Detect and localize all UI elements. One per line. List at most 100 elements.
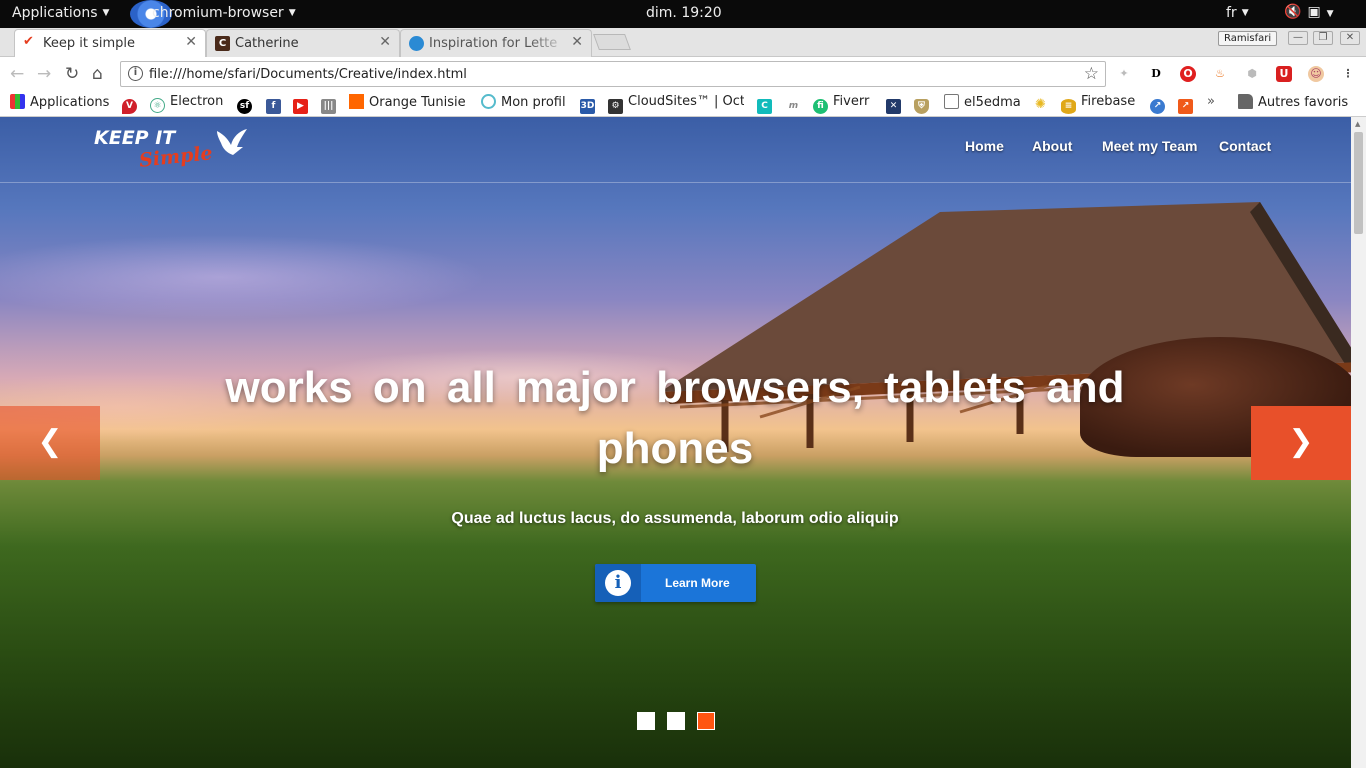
chevron-right-icon: ❯ bbox=[1288, 424, 1314, 459]
close-icon[interactable]: ✕ bbox=[185, 34, 197, 50]
hero-subheadline: Quae ad luctus lacus, do assumenda, labo… bbox=[451, 510, 899, 527]
bookmark-c-square[interactable]: C bbox=[757, 94, 777, 114]
bookmark-3d[interactable]: 3D bbox=[580, 94, 600, 114]
nav-meet-my-team[interactable]: Meet my Team bbox=[1102, 138, 1197, 154]
bookmark-cloudsites[interactable]: ⚙ CloudSites™ | Oct bbox=[608, 94, 744, 114]
bookmark-star-icon[interactable]: ☆ bbox=[1084, 64, 1099, 84]
apps-grid-icon bbox=[10, 94, 25, 109]
close-window-button[interactable]: ✕ bbox=[1340, 31, 1360, 45]
minimize-button[interactable]: — bbox=[1288, 31, 1308, 45]
tab-catherine[interactable]: C Catherine ✕ bbox=[206, 29, 400, 57]
site-logo[interactable]: KEEP IT Simple bbox=[94, 127, 264, 172]
database-icon: ≡ bbox=[1061, 99, 1076, 114]
youtube-icon: ▶ bbox=[293, 99, 308, 114]
shield-icon: ⛨ bbox=[914, 99, 929, 114]
red-check-icon: ✔ bbox=[23, 34, 34, 49]
dove-icon bbox=[217, 129, 247, 155]
home-icon[interactable]: ⌂ bbox=[92, 64, 103, 84]
bookmark-applications[interactable]: Applications bbox=[10, 94, 109, 110]
bookmarks-overflow-button[interactable]: » bbox=[1207, 94, 1215, 109]
url-text[interactable]: file:///home/sfari/Documents/Creative/in… bbox=[149, 67, 467, 82]
bookmark-rocket[interactable]: ↗ bbox=[1150, 94, 1170, 114]
bulb-icon: ✺ bbox=[1035, 97, 1046, 112]
nav-contact[interactable]: Contact bbox=[1219, 138, 1271, 154]
nav-divider bbox=[0, 182, 1351, 183]
orange-icon bbox=[349, 94, 364, 109]
back-arrow-icon[interactable]: ← bbox=[10, 64, 24, 84]
bookmark-youtube[interactable]: ▶ bbox=[293, 94, 313, 114]
fiverr-icon: fi bbox=[813, 99, 828, 114]
m-icon: m bbox=[788, 101, 799, 111]
bookmark-fiverr[interactable]: fi Fiverr bbox=[813, 94, 869, 114]
bookmark-symfony[interactable]: sf bbox=[237, 94, 257, 114]
chevron-left-icon: ❮ bbox=[37, 424, 63, 459]
carousel-dot-2[interactable] bbox=[667, 712, 685, 730]
new-tab-button[interactable] bbox=[593, 34, 631, 50]
bookmark-orange-chart[interactable]: ↗ bbox=[1178, 94, 1198, 114]
extension-d-icon[interactable]: D bbox=[1148, 66, 1164, 82]
bookmark-bulb[interactable]: ✺ bbox=[1033, 94, 1053, 112]
bookmark-tools[interactable]: ✕ bbox=[886, 94, 906, 114]
hero-headline: works on all major browsers, tablets and… bbox=[225, 363, 1125, 473]
bookmark-mon-profil[interactable]: Mon profil bbox=[481, 94, 566, 110]
maximize-button[interactable]: ❐ bbox=[1313, 31, 1333, 45]
input-language[interactable]: fr ▼ bbox=[1226, 5, 1249, 21]
page-scrollbar[interactable]: ▲ bbox=[1351, 117, 1366, 768]
tab-inspiration[interactable]: Inspiration for Lette ✕ bbox=[400, 29, 592, 57]
forward-arrow-icon[interactable]: → bbox=[37, 64, 51, 84]
chevron-down-icon: ▼ bbox=[288, 8, 296, 18]
folder-icon bbox=[1238, 94, 1253, 109]
carousel-dot-1[interactable] bbox=[637, 712, 655, 730]
reload-icon[interactable]: ↻ bbox=[65, 64, 79, 84]
bookmark-orange-tunisie[interactable]: Orange Tunisie bbox=[349, 94, 466, 110]
learn-more-button[interactable]: i Learn More bbox=[595, 564, 756, 602]
active-app-menu[interactable]: chromium-browser ▼ bbox=[152, 5, 296, 21]
c-square-icon: C bbox=[757, 99, 772, 114]
ublock-icon[interactable]: U bbox=[1276, 66, 1292, 82]
symfony-icon: sf bbox=[237, 99, 252, 114]
tab-keep-it-simple[interactable]: ✔ Keep it simple ✕ bbox=[14, 29, 206, 57]
close-icon[interactable]: ✕ bbox=[571, 34, 583, 50]
bookmark-facebook[interactable]: f bbox=[266, 94, 286, 114]
page-viewport: KEEP IT Simple Home About Meet my Team C… bbox=[0, 117, 1351, 768]
bookmark-el5edma[interactable]: el5edma bbox=[944, 94, 1021, 110]
applications-menu[interactable]: Applications ▼ bbox=[12, 5, 109, 21]
address-bar[interactable]: i file:///home/sfari/Documents/Creative/… bbox=[120, 61, 1106, 87]
tab-title: Catherine bbox=[235, 36, 299, 51]
info-icon[interactable]: i bbox=[128, 66, 143, 81]
3d-icon: 3D bbox=[580, 99, 595, 114]
nav-about[interactable]: About bbox=[1032, 138, 1072, 154]
bookmark-m[interactable]: m bbox=[786, 94, 806, 114]
facebook-icon: f bbox=[266, 99, 281, 114]
nav-home[interactable]: Home bbox=[965, 138, 1004, 154]
carousel-prev-button[interactable]: ❮ bbox=[0, 406, 100, 480]
fire-icon[interactable]: ♨ bbox=[1212, 66, 1228, 82]
opera-icon[interactable]: O bbox=[1180, 66, 1196, 82]
bookmark-electron[interactable]: ⚛ Electron bbox=[150, 94, 223, 113]
chevron-down-icon: ▼ bbox=[102, 8, 110, 18]
system-status-menu[interactable]: 🔇▣▼ bbox=[1284, 4, 1340, 20]
bookmark-bar[interactable]: ||| bbox=[321, 94, 341, 114]
carousel-dot-3[interactable] bbox=[697, 712, 715, 730]
profile-button[interactable]: Ramisfari bbox=[1218, 31, 1278, 46]
carousel-next-button[interactable]: ❯ bbox=[1251, 406, 1351, 480]
menu-dots-icon[interactable]: ⋮ bbox=[1340, 66, 1356, 82]
extension-puzzle-icon[interactable]: ✦ bbox=[1116, 66, 1132, 82]
avatar-extension-icon[interactable]: ☺ bbox=[1308, 66, 1324, 82]
scrollbar-thumb[interactable] bbox=[1354, 132, 1363, 234]
bookmark-vivaldi[interactable]: V bbox=[122, 94, 142, 114]
close-icon[interactable]: ✕ bbox=[379, 34, 391, 50]
rocket-icon: ↗ bbox=[1150, 99, 1165, 114]
tab-strip: ✔ Keep it simple ✕ C Catherine ✕ Inspira… bbox=[0, 28, 1366, 57]
other-bookmarks-folder[interactable]: Autres favoris bbox=[1238, 94, 1348, 110]
vivaldi-icon: V bbox=[122, 99, 137, 114]
scroll-up-icon[interactable]: ▲ bbox=[1355, 120, 1360, 128]
chevron-down-icon: ▼ bbox=[1326, 9, 1340, 19]
clock[interactable]: dim. 19:20 bbox=[646, 5, 722, 21]
bookmark-firebase[interactable]: ≡ Firebase bbox=[1061, 94, 1135, 114]
bookmarks-bar: Applications V ⚛ Electron sf f ▶ ||| Oran… bbox=[0, 90, 1366, 117]
blue-drop-icon bbox=[409, 36, 424, 51]
bookmark-shield[interactable]: ⛨ bbox=[914, 94, 934, 114]
shield-gray-icon[interactable]: ⬢ bbox=[1244, 66, 1260, 82]
electron-icon: ⚛ bbox=[150, 98, 165, 113]
